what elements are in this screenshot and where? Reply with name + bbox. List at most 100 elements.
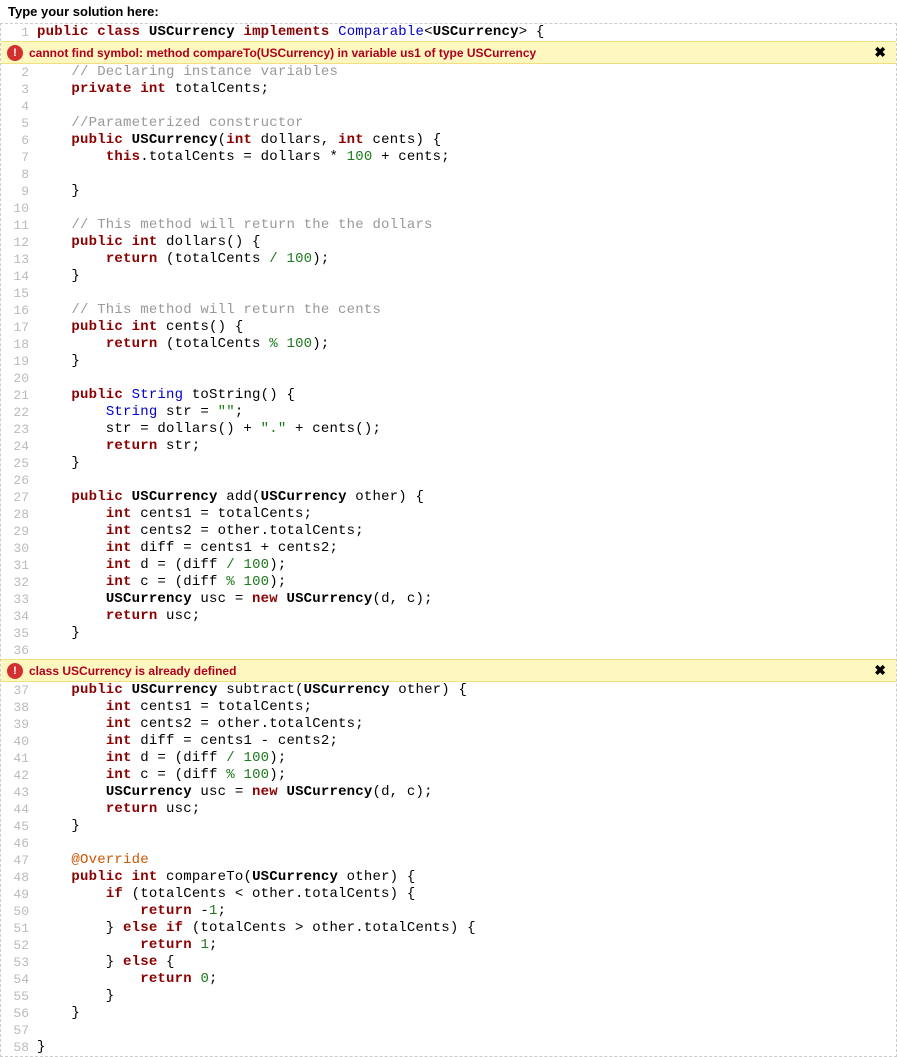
code-line[interactable]: 48 public int compareTo(USCurrency other…: [1, 869, 896, 886]
code-line[interactable]: 30 int diff = cents1 + cents2;: [1, 540, 896, 557]
code-content[interactable]: int cents2 = other.totalCents;: [37, 523, 896, 540]
code-line[interactable]: 50 return -1;: [1, 903, 896, 920]
code-line[interactable]: 34 return usc;: [1, 608, 896, 625]
code-line[interactable]: 55 }: [1, 988, 896, 1005]
code-line[interactable]: 1public class USCurrency implements Comp…: [1, 24, 896, 41]
code-content[interactable]: [37, 200, 896, 217]
code-line[interactable]: 35 }: [1, 625, 896, 642]
code-content[interactable]: [37, 285, 896, 302]
code-line[interactable]: 29 int cents2 = other.totalCents;: [1, 523, 896, 540]
code-line[interactable]: 15: [1, 285, 896, 302]
code-content[interactable]: [37, 835, 896, 852]
code-content[interactable]: int d = (diff / 100);: [37, 557, 896, 574]
code-line[interactable]: 52 return 1;: [1, 937, 896, 954]
code-line[interactable]: 36: [1, 642, 896, 659]
code-line[interactable]: 17 public int cents() {: [1, 319, 896, 336]
code-content[interactable]: }: [37, 1039, 896, 1056]
code-line[interactable]: 12 public int dollars() {: [1, 234, 896, 251]
code-line[interactable]: 21 public String toString() {: [1, 387, 896, 404]
code-line[interactable]: 23 str = dollars() + "." + cents();: [1, 421, 896, 438]
code-line[interactable]: 57: [1, 1022, 896, 1039]
code-line[interactable]: 5 //Parameterized constructor: [1, 115, 896, 132]
code-content[interactable]: int diff = cents1 - cents2;: [37, 733, 896, 750]
code-content[interactable]: public USCurrency add(USCurrency other) …: [37, 489, 896, 506]
code-content[interactable]: }: [37, 625, 896, 642]
code-line[interactable]: 38 int cents1 = totalCents;: [1, 699, 896, 716]
code-line[interactable]: 26: [1, 472, 896, 489]
code-content[interactable]: }: [37, 1005, 896, 1022]
code-content[interactable]: if (totalCents < other.totalCents) {: [37, 886, 896, 903]
code-content[interactable]: return -1;: [37, 903, 896, 920]
code-content[interactable]: }: [37, 353, 896, 370]
code-content[interactable]: @Override: [37, 852, 896, 869]
code-line[interactable]: 18 return (totalCents % 100);: [1, 336, 896, 353]
code-content[interactable]: }: [37, 818, 896, 835]
code-content[interactable]: public int cents() {: [37, 319, 896, 336]
code-line[interactable]: 37 public USCurrency subtract(USCurrency…: [1, 682, 896, 699]
code-content[interactable]: }: [37, 455, 896, 472]
code-line[interactable]: 41 int d = (diff / 100);: [1, 750, 896, 767]
code-content[interactable]: } else {: [37, 954, 896, 971]
code-line[interactable]: 45 }: [1, 818, 896, 835]
code-content[interactable]: } else if (totalCents > other.totalCents…: [37, 920, 896, 937]
code-content[interactable]: return str;: [37, 438, 896, 455]
code-line[interactable]: 51 } else if (totalCents > other.totalCe…: [1, 920, 896, 937]
code-line[interactable]: 49 if (totalCents < other.totalCents) {: [1, 886, 896, 903]
code-line[interactable]: 54 return 0;: [1, 971, 896, 988]
code-line[interactable]: 7 this.totalCents = dollars * 100 + cent…: [1, 149, 896, 166]
code-content[interactable]: return usc;: [37, 608, 896, 625]
close-icon[interactable]: ✖: [870, 662, 890, 679]
code-content[interactable]: public USCurrency(int dollars, int cents…: [37, 132, 896, 149]
code-line[interactable]: 56 }: [1, 1005, 896, 1022]
code-line[interactable]: 13 return (totalCents / 100);: [1, 251, 896, 268]
code-content[interactable]: return (totalCents / 100);: [37, 251, 896, 268]
code-line[interactable]: 22 String str = "";: [1, 404, 896, 421]
code-content[interactable]: int cents2 = other.totalCents;: [37, 716, 896, 733]
code-editor[interactable]: 1public class USCurrency implements Comp…: [0, 23, 897, 1057]
code-content[interactable]: }: [37, 988, 896, 1005]
close-icon[interactable]: ✖: [870, 44, 890, 61]
code-line[interactable]: 2 // Declaring instance variables: [1, 64, 896, 81]
code-line[interactable]: 14 }: [1, 268, 896, 285]
code-line[interactable]: 11 // This method will return the the do…: [1, 217, 896, 234]
code-content[interactable]: private int totalCents;: [37, 81, 896, 98]
code-content[interactable]: USCurrency usc = new USCurrency(d, c);: [37, 591, 896, 608]
code-content[interactable]: // This method will return the cents: [37, 302, 896, 319]
code-line[interactable]: 8: [1, 166, 896, 183]
code-content[interactable]: this.totalCents = dollars * 100 + cents;: [37, 149, 896, 166]
code-content[interactable]: //Parameterized constructor: [37, 115, 896, 132]
code-line[interactable]: 44 return usc;: [1, 801, 896, 818]
code-line[interactable]: 39 int cents2 = other.totalCents;: [1, 716, 896, 733]
code-line[interactable]: 28 int cents1 = totalCents;: [1, 506, 896, 523]
code-line[interactable]: 58}: [1, 1039, 896, 1056]
code-line[interactable]: 10: [1, 200, 896, 217]
code-line[interactable]: 19 }: [1, 353, 896, 370]
code-line[interactable]: 4: [1, 98, 896, 115]
code-content[interactable]: String str = "";: [37, 404, 896, 421]
code-content[interactable]: [37, 642, 896, 659]
code-content[interactable]: [37, 1022, 896, 1039]
code-content[interactable]: public String toString() {: [37, 387, 896, 404]
code-line[interactable]: 40 int diff = cents1 - cents2;: [1, 733, 896, 750]
code-line[interactable]: 53 } else {: [1, 954, 896, 971]
code-content[interactable]: int diff = cents1 + cents2;: [37, 540, 896, 557]
code-line[interactable]: 24 return str;: [1, 438, 896, 455]
code-content[interactable]: public int compareTo(USCurrency other) {: [37, 869, 896, 886]
code-line[interactable]: 47 @Override: [1, 852, 896, 869]
code-line[interactable]: 20: [1, 370, 896, 387]
code-content[interactable]: return 1;: [37, 937, 896, 954]
code-content[interactable]: USCurrency usc = new USCurrency(d, c);: [37, 784, 896, 801]
code-content[interactable]: [37, 370, 896, 387]
code-content[interactable]: [37, 472, 896, 489]
code-content[interactable]: public int dollars() {: [37, 234, 896, 251]
code-line[interactable]: 25 }: [1, 455, 896, 472]
code-line[interactable]: 3 private int totalCents;: [1, 81, 896, 98]
code-content[interactable]: [37, 166, 896, 183]
code-line[interactable]: 31 int d = (diff / 100);: [1, 557, 896, 574]
code-line[interactable]: 43 USCurrency usc = new USCurrency(d, c)…: [1, 784, 896, 801]
code-line[interactable]: 27 public USCurrency add(USCurrency othe…: [1, 489, 896, 506]
code-content[interactable]: return 0;: [37, 971, 896, 988]
code-line[interactable]: 42 int c = (diff % 100);: [1, 767, 896, 784]
code-content[interactable]: public USCurrency subtract(USCurrency ot…: [37, 682, 896, 699]
code-content[interactable]: // Declaring instance variables: [37, 64, 896, 81]
